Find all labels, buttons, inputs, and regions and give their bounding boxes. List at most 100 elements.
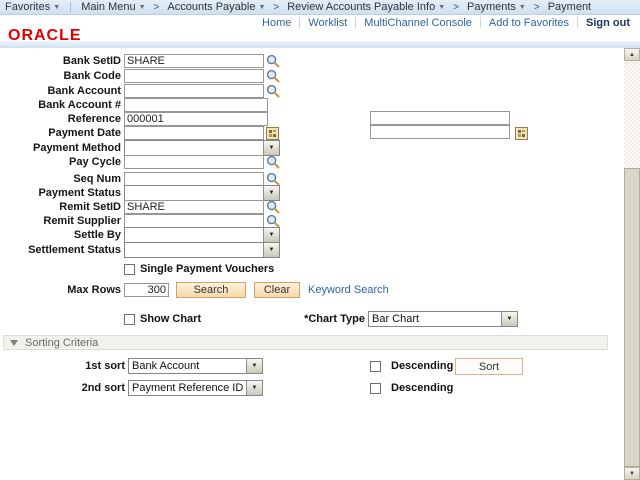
max-rows-label: Max Rows bbox=[67, 284, 121, 296]
payment-date-calendar-icon[interactable] bbox=[266, 126, 279, 140]
multichannel-console-link[interactable]: MultiChannel Console bbox=[364, 17, 472, 29]
collapse-triangle-icon bbox=[10, 339, 18, 346]
caret-down-icon: ▼ bbox=[53, 3, 61, 11]
chart-type-value: Bar Chart bbox=[372, 313, 420, 325]
payment-method-value bbox=[125, 141, 263, 155]
bank-account-input[interactable] bbox=[124, 84, 264, 98]
settlement-status-row: Settlement Status ▼ bbox=[0, 242, 280, 258]
payment-date-row: Payment Date bbox=[0, 125, 528, 141]
favorites-menu[interactable]: Favorites ▼ bbox=[0, 1, 65, 13]
bank-setid-lookup-icon[interactable] bbox=[266, 54, 280, 68]
remit-setid-input[interactable] bbox=[124, 200, 264, 214]
breadcrumb-accounts-payable[interactable]: Accounts Payable ▼ bbox=[162, 1, 270, 13]
payment-search-form: Bank SetID Bank Code Bank Account Bank A… bbox=[0, 48, 624, 480]
keyword-search-link[interactable]: Keyword Search bbox=[308, 284, 389, 296]
first-sort-select[interactable]: Bank Account ▼ bbox=[128, 358, 263, 374]
menu-divider bbox=[70, 1, 72, 13]
show-chart-checkbox[interactable] bbox=[124, 313, 135, 325]
settlement-status-select[interactable]: ▼ bbox=[124, 242, 280, 258]
dropdown-arrow-icon: ▼ bbox=[246, 381, 262, 395]
add-to-favorites-link[interactable]: Add to Favorites bbox=[489, 17, 569, 29]
search-button[interactable]: Search bbox=[176, 282, 246, 298]
bank-account-num-input[interactable] bbox=[124, 98, 268, 112]
breadcrumb-payment[interactable]: Payment bbox=[543, 1, 596, 13]
scroll-up-arrow[interactable]: ▲ bbox=[624, 48, 640, 61]
bank-code-lookup-icon[interactable] bbox=[266, 69, 280, 83]
bank-account-lookup-icon[interactable] bbox=[266, 84, 280, 98]
bank-account-num-label: Bank Account # bbox=[38, 99, 121, 111]
breadcrumb-separator: > bbox=[153, 1, 160, 13]
dropdown-arrow-icon: ▼ bbox=[263, 141, 279, 155]
pay-cycle-input[interactable] bbox=[124, 155, 264, 169]
breadcrumb-label: Payments bbox=[467, 1, 516, 13]
show-chart-label: Show Chart bbox=[140, 313, 202, 325]
remit-setid-lookup-icon[interactable] bbox=[266, 200, 280, 214]
remit-supplier-lookup-icon[interactable] bbox=[266, 214, 280, 228]
first-sort-descending-checkbox[interactable] bbox=[370, 360, 381, 372]
clear-button[interactable]: Clear bbox=[254, 282, 300, 298]
bank-setid-row: Bank SetID bbox=[0, 53, 280, 69]
bank-account-label: Bank Account bbox=[47, 85, 121, 97]
scrollbar-thumb[interactable] bbox=[624, 168, 640, 467]
worklist-link[interactable]: Worklist bbox=[308, 17, 347, 29]
link-divider bbox=[355, 17, 357, 28]
settlement-status-value bbox=[125, 243, 263, 257]
payment-date-to-calendar-icon[interactable] bbox=[515, 126, 528, 140]
single-payment-vouchers-label: Single Payment Vouchers bbox=[140, 263, 275, 275]
breadcrumb-separator: > bbox=[453, 1, 459, 13]
pay-cycle-lookup-icon[interactable] bbox=[266, 155, 280, 169]
breadcrumb-review-ap-info[interactable]: Review Accounts Payable Info ▼ bbox=[282, 1, 450, 13]
settlement-status-label: Settlement Status bbox=[28, 244, 121, 256]
bank-code-label: Bank Code bbox=[63, 70, 121, 82]
remit-supplier-label: Remit Supplier bbox=[43, 215, 121, 227]
second-sort-descending-checkbox[interactable] bbox=[370, 382, 381, 394]
main-menu[interactable]: Main Menu ▼ bbox=[76, 1, 150, 13]
dropdown-arrow-icon: ▼ bbox=[501, 312, 517, 326]
chart-type-select[interactable]: Bar Chart ▼ bbox=[368, 311, 518, 327]
sorting-criteria-header[interactable]: Sorting Criteria bbox=[3, 335, 608, 350]
settle-by-select[interactable]: ▼ bbox=[124, 227, 280, 243]
caret-down-icon: ▼ bbox=[258, 3, 266, 11]
single-payment-vouchers-row: Single Payment Vouchers bbox=[0, 261, 274, 277]
scroll-down-arrow[interactable]: ▼ bbox=[624, 467, 640, 480]
sign-out-link[interactable]: Sign out bbox=[586, 17, 630, 29]
second-sort-descending-label: Descending bbox=[391, 382, 454, 394]
breadcrumb-label: Payment bbox=[547, 1, 592, 13]
header-divider-band bbox=[0, 41, 640, 48]
breadcrumb-separator: > bbox=[533, 1, 540, 13]
menu-bar: Favorites ▼ Main Menu ▼ > Accounts Payab… bbox=[0, 0, 640, 15]
link-divider bbox=[299, 17, 301, 28]
vertical-scrollbar[interactable]: ▲ ▼ bbox=[624, 48, 640, 480]
remit-supplier-input[interactable] bbox=[124, 214, 264, 228]
first-sort-label: 1st sort bbox=[85, 360, 125, 372]
payment-date-to-input[interactable] bbox=[370, 125, 510, 139]
reference-to-input[interactable] bbox=[370, 111, 510, 125]
pay-cycle-label: Pay Cycle bbox=[69, 156, 121, 168]
settle-by-value bbox=[125, 228, 263, 242]
utility-links: Home Worklist MultiChannel Console Add t… bbox=[254, 15, 634, 30]
max-rows-row: Max Rows Search Clear Keyword Search bbox=[0, 282, 389, 298]
bank-setid-input[interactable] bbox=[124, 54, 264, 68]
seq-num-lookup-icon[interactable] bbox=[266, 172, 280, 186]
breadcrumb-payments[interactable]: Payments ▼ bbox=[462, 1, 531, 13]
sort-button[interactable]: Sort bbox=[455, 358, 523, 375]
sorting-criteria-title: Sorting Criteria bbox=[25, 336, 99, 349]
seq-num-input[interactable] bbox=[124, 172, 264, 186]
seq-num-label: Seq Num bbox=[73, 173, 121, 185]
payment-method-label: Payment Method bbox=[32, 142, 121, 154]
dropdown-arrow-icon: ▼ bbox=[246, 359, 262, 373]
single-payment-vouchers-checkbox[interactable] bbox=[124, 263, 135, 275]
reference-input[interactable] bbox=[124, 112, 268, 126]
dropdown-arrow-icon: ▼ bbox=[263, 243, 279, 257]
payment-status-value bbox=[125, 186, 263, 200]
second-sort-row: 2nd sort Payment Reference ID ▼ Descendi… bbox=[0, 380, 624, 396]
first-sort-row: 1st sort Bank Account ▼ Descending Sort bbox=[0, 358, 624, 375]
bank-code-input[interactable] bbox=[124, 69, 264, 83]
payment-date-input[interactable] bbox=[124, 126, 264, 140]
dropdown-arrow-icon: ▼ bbox=[263, 228, 279, 242]
second-sort-select[interactable]: Payment Reference ID ▼ bbox=[128, 380, 263, 396]
second-sort-label: 2nd sort bbox=[81, 382, 125, 394]
home-link[interactable]: Home bbox=[262, 17, 291, 29]
max-rows-input[interactable] bbox=[124, 283, 169, 297]
settle-by-row: Settle By ▼ bbox=[0, 227, 280, 243]
